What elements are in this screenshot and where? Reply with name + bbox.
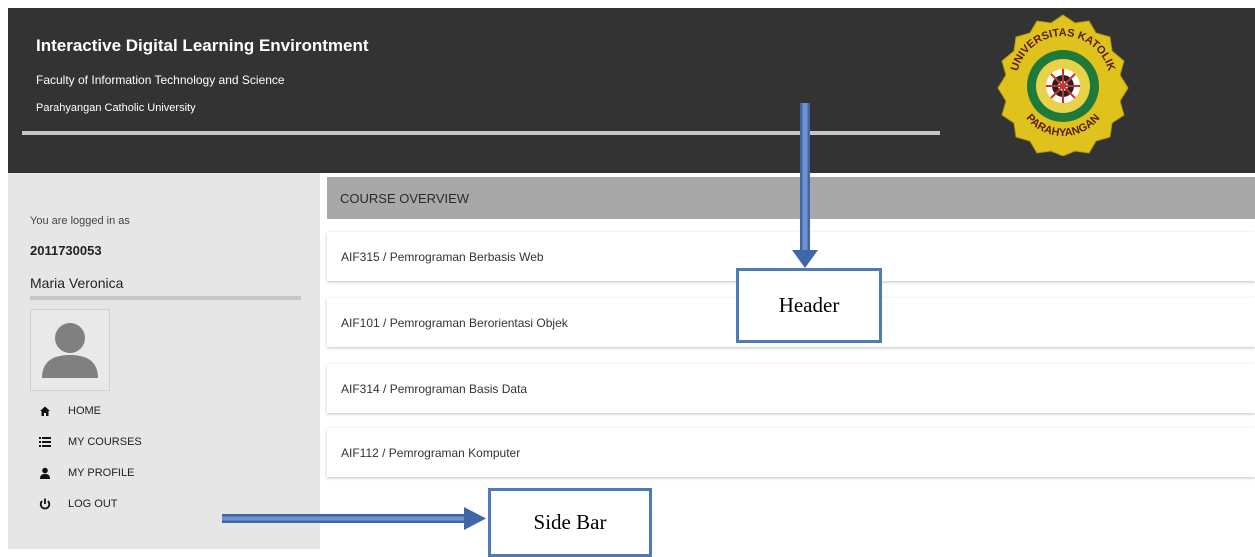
power-icon [38,497,52,511]
home-icon [38,404,52,418]
university-name: Parahyangan Catholic University [36,102,196,114]
header-divider [22,131,940,135]
nav-label-log-out: LOG OUT [68,497,118,510]
user-icon [38,466,52,480]
nav-item-home[interactable]: HOME [38,395,142,426]
faculty-name: Faculty of Information Technology and Sc… [36,73,285,87]
course-name: AIF112 / Pemrograman Komputer [341,445,521,460]
nav-item-log-out[interactable]: LOG OUT [38,488,142,519]
course-name: AIF315 / Pemrograman Berbasis Web [341,249,544,264]
user-name: Maria Veronica [30,275,124,291]
nav-label-home: HOME [68,404,101,417]
course-item[interactable]: AIF314 / Pemrograman Basis Data [327,364,1255,413]
user-silhouette-icon [42,323,98,378]
university-logo: UNIVERSITAS KATOLIK PARAHYANGAN [997,14,1129,156]
sidebar-divider [30,296,301,300]
app-title: Interactive Digital Learning Environtmen… [36,36,369,55]
sidebar-callout: Side Bar [488,488,652,557]
main-content: COURSE OVERVIEW AIF315 / Pemrograman Ber… [327,177,1255,477]
list-icon [38,435,52,449]
user-id: 2011730053 [30,243,102,258]
nav-label-my-courses: MY COURSES [68,435,142,448]
course-name: AIF101 / Pemrograman Berorientasi Objek [341,315,568,330]
logged-in-label: You are logged in as [30,215,130,227]
course-item[interactable]: AIF112 / Pemrograman Komputer [327,428,1255,477]
nav-item-my-profile[interactable]: MY PROFILE [38,457,142,488]
header: Interactive Digital Learning Environtmen… [8,8,1255,173]
sidebar: You are logged in as 2011730053 Maria Ve… [8,173,320,549]
nav-item-my-courses[interactable]: MY COURSES [38,426,142,457]
sidebar-nav: HOME MY COURSES MY PROFILE LOG OUT [38,395,142,519]
nav-label-my-profile: MY PROFILE [68,466,135,479]
course-overview-header: COURSE OVERVIEW [327,177,1255,219]
header-callout: Header [736,268,882,343]
course-name: AIF314 / Pemrograman Basis Data [341,381,528,396]
avatar [30,309,110,391]
